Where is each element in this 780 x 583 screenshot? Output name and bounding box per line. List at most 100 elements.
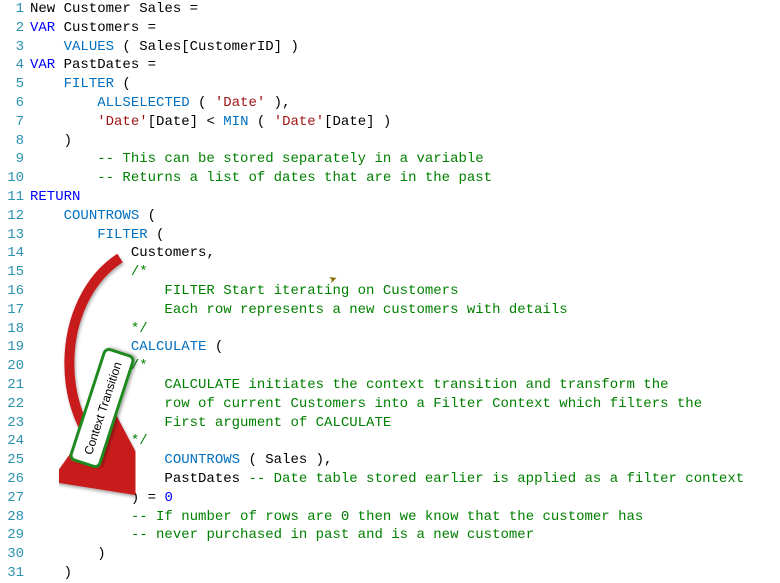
indent	[30, 321, 131, 337]
function: COUNTROWS	[164, 452, 240, 468]
code-editor: 1 New Customer Sales = 2 VAR Customers =…	[0, 0, 780, 583]
indent	[30, 527, 131, 543]
line-number: 11	[0, 188, 30, 207]
code-text: (	[114, 76, 131, 92]
comment: -- never purchased in past and is a new …	[131, 527, 534, 543]
indent	[30, 377, 164, 393]
indent	[30, 339, 131, 355]
line-number: 27	[0, 489, 30, 508]
code-line: 29 -- never purchased in past and is a n…	[0, 526, 780, 545]
code-line: 30 )	[0, 545, 780, 564]
code-line: 1 New Customer Sales =	[0, 0, 780, 19]
comment: CALCULATE initiates the context transiti…	[164, 377, 668, 393]
code-text: ( Sales ),	[240, 452, 332, 468]
line-number: 31	[0, 564, 30, 583]
code-line: 20 /*	[0, 357, 780, 376]
comment: */	[131, 433, 148, 449]
code-text: (	[248, 114, 273, 130]
line-number: 21	[0, 376, 30, 395]
code-text: )	[64, 565, 72, 581]
code-text: Customers =	[55, 20, 156, 36]
indent	[30, 565, 64, 581]
indent	[30, 208, 64, 224]
indent	[30, 264, 131, 280]
line-number: 22	[0, 395, 30, 414]
keyword: VAR	[30, 20, 55, 36]
code-line: 17 Each row represents a new customers w…	[0, 301, 780, 320]
keyword: RETURN	[30, 189, 80, 205]
code-text: (	[148, 227, 165, 243]
code-line: 16 FILTER Start iterating on Customers	[0, 282, 780, 301]
code-line: 18 */	[0, 320, 780, 339]
indent	[30, 415, 164, 431]
code-line: 23 First argument of CALCULATE	[0, 414, 780, 433]
code-line: 15 /*	[0, 263, 780, 282]
indent	[30, 396, 164, 412]
indent	[30, 151, 97, 167]
code-line: 4 VAR PastDates =	[0, 56, 780, 75]
indent	[30, 452, 164, 468]
indent	[30, 490, 131, 506]
indent	[30, 170, 97, 186]
code-text: (	[190, 95, 215, 111]
code-text: New Customer Sales =	[30, 1, 198, 17]
code-text: )	[64, 133, 72, 149]
function: FILTER	[64, 76, 114, 92]
code-line: 27 ) = 0	[0, 489, 780, 508]
code-line: 25 COUNTROWS ( Sales ),	[0, 451, 780, 470]
code-line: 7 'Date'[Date] < MIN ( 'Date'[Date] )	[0, 113, 780, 132]
line-number: 9	[0, 150, 30, 169]
line-number: 29	[0, 526, 30, 545]
code-text: ( Sales[CustomerID] )	[114, 39, 299, 55]
line-number: 19	[0, 338, 30, 357]
code-line: 28 -- If number of rows are 0 then we kn…	[0, 508, 780, 527]
code-line: 2 VAR Customers =	[0, 19, 780, 38]
code-line: 24 */	[0, 432, 780, 451]
code-line: 12 COUNTROWS (	[0, 207, 780, 226]
code-line: 6 ALLSELECTED ( 'Date' ),	[0, 94, 780, 113]
line-number: 7	[0, 113, 30, 132]
comment: -- Returns a list of dates that are in t…	[97, 170, 492, 186]
code-text: (	[139, 208, 156, 224]
indent	[30, 283, 164, 299]
code-line: 8 )	[0, 132, 780, 151]
comment: First argument of CALCULATE	[164, 415, 391, 431]
indent	[30, 471, 164, 487]
code-line: 13 FILTER (	[0, 226, 780, 245]
comment: row of current Customers into a Filter C…	[164, 396, 702, 412]
indent	[30, 227, 97, 243]
code-line: 9 -- This can be stored separately in a …	[0, 150, 780, 169]
function: MIN	[223, 114, 248, 130]
line-number: 23	[0, 414, 30, 433]
line-number: 24	[0, 432, 30, 451]
function: FILTER	[97, 227, 147, 243]
code-text: ) =	[131, 490, 165, 506]
line-number: 8	[0, 132, 30, 151]
line-number: 3	[0, 38, 30, 57]
line-number: 25	[0, 451, 30, 470]
function: ALLSELECTED	[97, 95, 189, 111]
code-line: 19 CALCULATE (	[0, 338, 780, 357]
code-line: 3 VALUES ( Sales[CustomerID] )	[0, 38, 780, 57]
function: VALUES	[64, 39, 114, 55]
code-text: PastDates =	[55, 57, 156, 73]
code-text: ),	[265, 95, 290, 111]
comment: */	[131, 321, 148, 337]
indent	[30, 433, 131, 449]
comment: FILTER Start iterating on Customers	[164, 283, 458, 299]
code-text: [Date] <	[148, 114, 224, 130]
code-line: 31 )	[0, 564, 780, 583]
line-number: 20	[0, 357, 30, 376]
function: COUNTROWS	[64, 208, 140, 224]
indent	[30, 358, 131, 374]
line-number: 13	[0, 226, 30, 245]
string-literal: 'Date'	[274, 114, 324, 130]
line-number: 30	[0, 545, 30, 564]
code-line: 5 FILTER (	[0, 75, 780, 94]
comment: Each row represents a new customers with…	[164, 302, 567, 318]
code-text: [Date] )	[324, 114, 391, 130]
code-text: PastDates	[164, 471, 248, 487]
comment: /*	[131, 358, 148, 374]
indent	[30, 114, 97, 130]
indent	[30, 39, 64, 55]
